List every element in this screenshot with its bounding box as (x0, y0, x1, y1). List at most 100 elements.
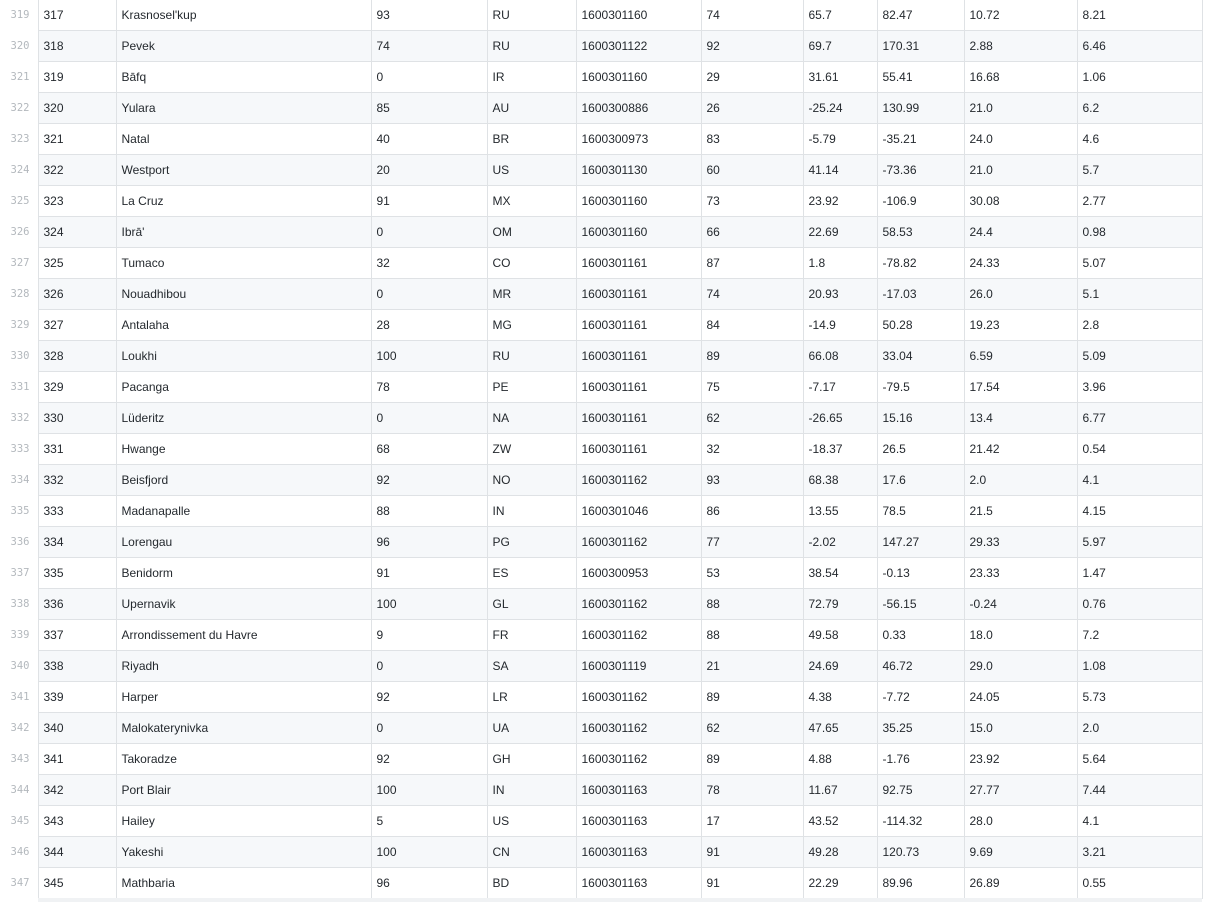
table-cell: 47.65 (802, 712, 878, 744)
table-cell: -18.37 (802, 433, 878, 465)
line-number[interactable]: 329 (0, 309, 39, 341)
table-cell: 26.89 (963, 867, 1078, 899)
table-cell: 92 (370, 681, 488, 713)
table-row: 335 333 Madanapalle 88 IN 1600301046 86 13.55 78… (0, 495, 1203, 527)
table-cell: 93 (370, 0, 488, 31)
table-cell: 321 (37, 123, 117, 155)
table-cell: 0 (370, 402, 488, 434)
table-cell: 5.97 (1076, 526, 1203, 558)
table-row: 340 338 Riyadh 0 SA 1600301119 21 24.69 46.72 29.… (0, 650, 1203, 682)
table-cell: 40 (370, 123, 488, 155)
line-number[interactable]: 319 (0, 0, 39, 31)
line-number[interactable]: 321 (0, 61, 39, 93)
table-cell: 96 (370, 526, 488, 558)
line-number[interactable]: 344 (0, 774, 39, 806)
table-cell: 32 (700, 433, 804, 465)
table-cell: 120.73 (876, 836, 965, 868)
table-cell: Lorengau (115, 526, 372, 558)
table-cell: 170.31 (876, 30, 965, 62)
table-cell: 32 (370, 247, 488, 279)
table-row: 324 322 Westport 20 US 1600301130 60 41.14 -73.3… (0, 154, 1203, 186)
line-number[interactable]: 324 (0, 154, 39, 186)
table-cell: -78.82 (876, 247, 965, 279)
table-cell: 35.25 (876, 712, 965, 744)
table-cell: -0.24 (963, 588, 1078, 620)
table-cell: 6.77 (1076, 402, 1203, 434)
table-cell: FR (486, 619, 577, 651)
table-cell: 15.0 (963, 712, 1078, 744)
line-number[interactable]: 337 (0, 557, 39, 589)
table-row: 329 327 Antalaha 28 MG 1600301161 84 -14.9 50.28… (0, 309, 1203, 341)
table-cell: 92.75 (876, 774, 965, 806)
table-cell: -5.79 (802, 123, 878, 155)
table-cell: PG (486, 526, 577, 558)
table-cell: 344 (37, 836, 117, 868)
table-cell: 43.52 (802, 805, 878, 837)
line-number[interactable]: 323 (0, 123, 39, 155)
line-number[interactable]: 335 (0, 495, 39, 527)
table-cell: 89 (700, 743, 804, 775)
line-number[interactable]: 334 (0, 464, 39, 496)
table-cell: 86 (700, 495, 804, 527)
line-number[interactable]: 322 (0, 92, 39, 124)
table-cell: 55.41 (876, 61, 965, 93)
line-number[interactable]: 332 (0, 402, 39, 434)
table-cell: Nouadhibou (115, 278, 372, 310)
table-cell: 24.69 (802, 650, 878, 682)
line-number[interactable]: 327 (0, 247, 39, 279)
line-number[interactable]: 342 (0, 712, 39, 744)
line-number[interactable]: 331 (0, 371, 39, 403)
line-number[interactable]: 326 (0, 216, 39, 248)
table-cell: 91 (700, 836, 804, 868)
table-cell: 66 (700, 216, 804, 248)
table-cell: Pevek (115, 30, 372, 62)
table-cell: 340 (37, 712, 117, 744)
line-number[interactable]: 338 (0, 588, 39, 620)
table-row: 319 317 Krasnosel'kup 93 RU 1600301160 74 65.7 8… (0, 0, 1203, 31)
table-cell: 335 (37, 557, 117, 589)
table-cell: -56.15 (876, 588, 965, 620)
table-cell: 328 (37, 340, 117, 372)
line-number[interactable]: 341 (0, 681, 39, 713)
line-number[interactable]: 325 (0, 185, 39, 217)
line-number[interactable]: 330 (0, 340, 39, 372)
table-cell: 91 (700, 867, 804, 899)
table-cell: 147.27 (876, 526, 965, 558)
table-cell: 28 (370, 309, 488, 341)
table-cell: 0 (370, 278, 488, 310)
line-number[interactable]: 340 (0, 650, 39, 682)
table-cell: 334 (37, 526, 117, 558)
line-number[interactable]: 328 (0, 278, 39, 310)
table-cell: 325 (37, 247, 117, 279)
line-number[interactable]: 320 (0, 30, 39, 62)
line-number[interactable]: 346 (0, 836, 39, 868)
line-number[interactable]: 339 (0, 619, 39, 651)
table-cell: 4.38 (802, 681, 878, 713)
csv-table: 319 317 Krasnosel'kup 93 RU 1600301160 74 65.7 8… (0, 0, 1203, 899)
line-number[interactable]: 347 (0, 867, 39, 899)
table-cell: 130.99 (876, 92, 965, 124)
table-cell: 7.2 (1076, 619, 1203, 651)
table-cell: 5.7 (1076, 154, 1203, 186)
table-cell: Hailey (115, 805, 372, 837)
table-cell: 78 (370, 371, 488, 403)
table-cell: 6.59 (963, 340, 1078, 372)
table-cell: 1600301162 (575, 526, 702, 558)
table-row: 347 345 Mathbaria 96 BD 1600301163 91 22.29 89.9… (0, 867, 1203, 899)
line-number[interactable]: 345 (0, 805, 39, 837)
table-row: 323 321 Natal 40 BR 1600300973 83 -5.79 -35.21 24… (0, 123, 1203, 155)
table-cell: 24.4 (963, 216, 1078, 248)
table-cell: 78 (700, 774, 804, 806)
table-cell: 29 (700, 61, 804, 93)
table-cell: 92 (700, 30, 804, 62)
table-cell: 38.54 (802, 557, 878, 589)
table-row: 346 344 Yakeshi 100 CN 1600301163 91 49.28 120.7… (0, 836, 1203, 868)
line-number[interactable]: 336 (0, 526, 39, 558)
line-number[interactable]: 333 (0, 433, 39, 465)
table-cell: 85 (370, 92, 488, 124)
table-cell: 24.05 (963, 681, 1078, 713)
table-cell: Benidorm (115, 557, 372, 589)
table-cell: 0.98 (1076, 216, 1203, 248)
table-cell: 342 (37, 774, 117, 806)
line-number[interactable]: 343 (0, 743, 39, 775)
